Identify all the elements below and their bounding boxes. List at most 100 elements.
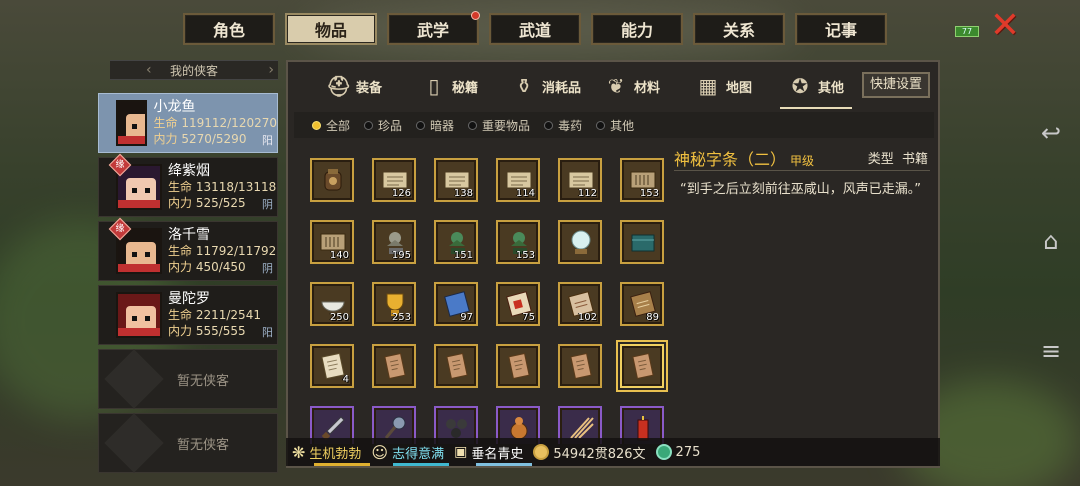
mp-value: 525/525 [195, 196, 246, 210]
hero-info: 绛紫烟 生命 13118/13118 内力 525/525 [168, 163, 276, 211]
tab-label: 记事 [824, 21, 857, 40]
item-slot[interactable]: 89 [620, 282, 664, 326]
status-mood[interactable]: ☺ 志得意满 [371, 442, 450, 466]
filter-option[interactable]: 重要物品 [468, 117, 530, 134]
tab-4[interactable]: 能力 [591, 13, 683, 45]
hp-value: 2211/2541 [195, 308, 261, 322]
hero-card[interactable]: 小龙鱼 生命 119112/120270 内力 5270/5290 阳 [98, 93, 278, 153]
item-slot[interactable]: 253 [372, 282, 416, 326]
filter-label: 暗器 [430, 118, 455, 133]
heroes-header: ‹ 我的侠客 › [110, 60, 278, 80]
jade-icon [655, 444, 672, 460]
hp-value: 13118/13118 [195, 180, 277, 194]
chevron-right-icon[interactable]: › [268, 62, 274, 78]
item-count: 195 [391, 250, 411, 261]
empty-hero-slot: 暂无侠客 [98, 413, 278, 473]
item-slot[interactable]: 4 [310, 344, 354, 388]
mp-value: 450/450 [195, 260, 246, 274]
filter-option[interactable]: 毒药 [544, 117, 582, 134]
yinyang-label: 阳 [262, 326, 273, 339]
item-slot[interactable] [616, 340, 668, 392]
status-mood-label: 志得意满 [392, 446, 445, 462]
item-slot[interactable]: 114 [496, 158, 540, 202]
category-tab-5[interactable]: ✪ 其他 [774, 64, 858, 109]
item-slot[interactable] [558, 344, 602, 388]
hero-hp: 生命 119112/120270 [153, 115, 277, 131]
chevron-left-icon[interactable]: ‹ [146, 62, 152, 78]
tab-2[interactable]: 武学 [387, 11, 480, 45]
item-title: 神秘字条（二） 甲级 [674, 146, 814, 170]
category-tab-1[interactable]: ▯ 秘籍 [408, 64, 492, 108]
item-slot[interactable]: 151 [434, 220, 478, 264]
battery-indicator: 77 [955, 26, 979, 37]
item-slot[interactable] [372, 344, 416, 388]
item-count: 102 [577, 312, 597, 323]
item-slot[interactable]: 75 [496, 282, 540, 326]
item-slot[interactable]: 97 [434, 282, 478, 326]
avatar-eye [145, 252, 150, 257]
item-count: 153 [639, 188, 659, 199]
status-health[interactable]: ❋ 生机勃勃 [292, 443, 370, 466]
category-tab-3[interactable]: ❦ 材料 [590, 64, 674, 108]
face-icon: ☺ [371, 442, 389, 462]
avatar-eye [145, 124, 146, 129]
home-icon[interactable]: ⌂ [1036, 226, 1066, 256]
status-fame[interactable]: ▣ 垂名青史 [454, 443, 533, 466]
item-count: 140 [329, 250, 349, 261]
tab-3[interactable]: 武道 [489, 13, 581, 45]
item-slot[interactable]: 138 [434, 158, 478, 202]
tab-6[interactable]: 记事 [795, 13, 887, 45]
hero-hp: 生命 2211/2541 [168, 307, 261, 323]
item-slot[interactable] [496, 344, 540, 388]
equipment-icon: ⛑ [326, 74, 352, 98]
filter-option[interactable]: 珍品 [364, 117, 402, 134]
lantern-icon: ✪ [791, 74, 809, 98]
item-slot[interactable]: 102 [558, 282, 602, 326]
category-tab-0[interactable]: ⛑ 装备 [312, 64, 396, 108]
item-slot[interactable] [310, 158, 354, 202]
item-slot[interactable]: 112 [558, 158, 602, 202]
item-slot[interactable]: 126 [372, 158, 416, 202]
category-label: 消耗品 [542, 80, 582, 96]
filter-option[interactable]: 暗器 [416, 117, 454, 134]
hero-card[interactable]: 曼陀罗 生命 2211/2541 内力 555/555 阳 [98, 285, 278, 345]
item-count: 97 [460, 312, 473, 323]
menu-icon[interactable]: ≡ [1036, 336, 1066, 366]
hero-name: 曼陀罗 [168, 291, 210, 307]
close-icon[interactable]: ✕ [986, 8, 1024, 44]
item-slot[interactable] [558, 220, 602, 264]
tab-0[interactable]: 角色 [183, 13, 275, 45]
radio-icon [596, 120, 606, 130]
category-tab-4[interactable]: ▦ 地图 [682, 64, 766, 108]
empty-silhouette [104, 413, 164, 473]
category-tab-2[interactable]: ⚱ 消耗品 [498, 64, 595, 108]
quick-settings-button[interactable]: 快捷设置 [861, 72, 930, 98]
back-icon[interactable]: ↩ [1036, 118, 1066, 148]
pearl-icon [571, 230, 591, 254]
category-label: 地图 [726, 80, 753, 96]
item-type-value: 书籍 [901, 152, 928, 167]
item-slot[interactable]: 140 [310, 220, 354, 264]
item-slot[interactable]: 250 [310, 282, 354, 326]
hero-mp: 内力 555/555 [168, 323, 261, 339]
hp-value: 119112/120270 [181, 116, 277, 130]
tab-5[interactable]: 关系 [693, 13, 785, 45]
item-slot[interactable] [434, 344, 478, 388]
filter-option[interactable]: 全部 [312, 117, 350, 134]
notification-badge [471, 11, 480, 20]
note-icon [446, 352, 468, 380]
item-slot[interactable]: 153 [496, 220, 540, 264]
hero-name: 小龙鱼 [153, 99, 196, 115]
item-slot[interactable] [620, 220, 664, 264]
item-slot[interactable]: 153 [620, 158, 664, 202]
tab-1[interactable]: 物品 [285, 13, 377, 45]
avatar [116, 292, 162, 338]
avatar-sash [118, 264, 160, 272]
tab-label: 物品 [314, 21, 347, 40]
hero-hp: 生命 11792/11792 [168, 243, 276, 259]
filter-option[interactable]: 其他 [596, 117, 634, 134]
note-icon [570, 352, 592, 380]
item-slot[interactable]: 195 [372, 220, 416, 264]
item-count: 151 [453, 250, 473, 261]
manual-icon: ▯ [428, 74, 440, 98]
